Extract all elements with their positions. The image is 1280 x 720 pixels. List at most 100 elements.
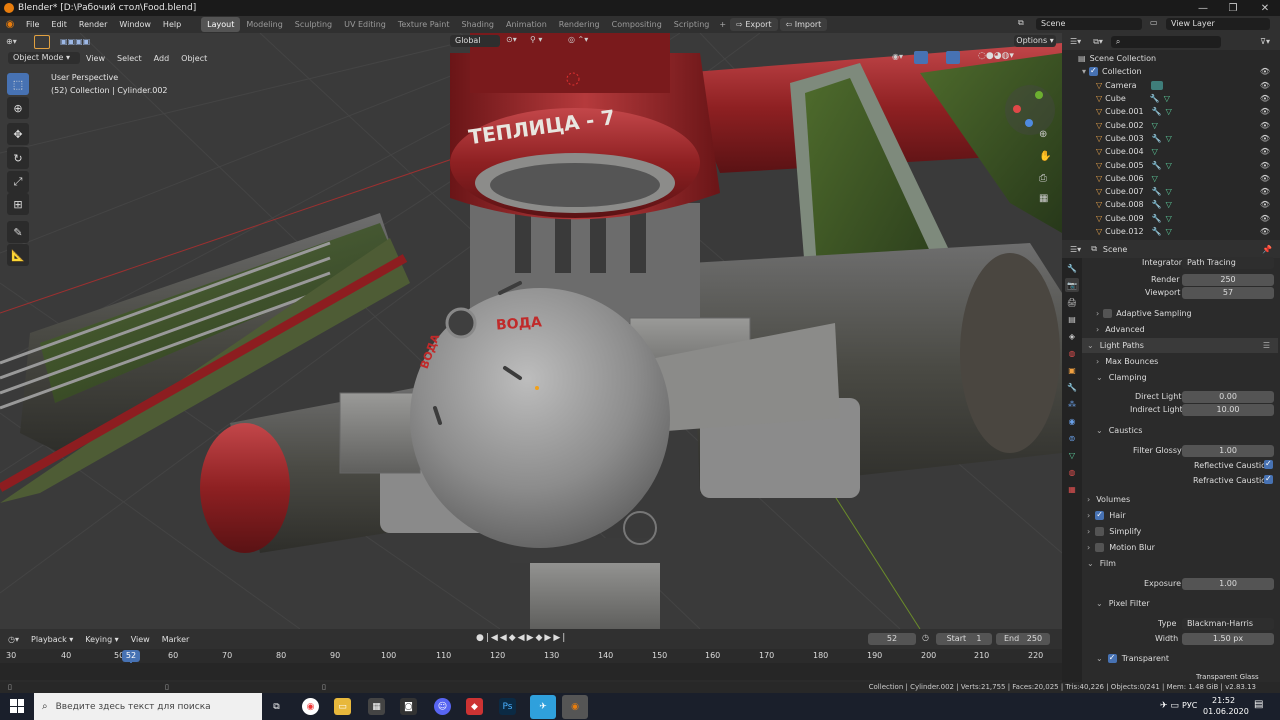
outliner-item-cube-004[interactable]: ▽ Cube.004 ▽ 👁 bbox=[1062, 145, 1280, 158]
selection-mode-icons[interactable]: ▣▣▣▣ bbox=[60, 37, 90, 46]
filter-icon[interactable]: ⊽▾ bbox=[1260, 37, 1270, 46]
indirect-light-field[interactable]: 10.00 bbox=[1182, 404, 1274, 416]
filter-glossy-field[interactable]: 1.00 bbox=[1182, 445, 1274, 457]
outliner-item-cube-008[interactable]: ▽ Cube.008 🔧 ▽ 👁 bbox=[1062, 198, 1280, 211]
render-samples-field[interactable]: 250 bbox=[1182, 274, 1274, 286]
object-tab-icon[interactable]: ▣ bbox=[1065, 363, 1079, 377]
visibility-eye-icon[interactable]: 👁 bbox=[1260, 94, 1270, 103]
scene-selector[interactable]: Scene bbox=[1036, 18, 1142, 30]
collection-checkbox[interactable] bbox=[1089, 66, 1099, 77]
tab-compositing[interactable]: Compositing bbox=[606, 17, 668, 32]
particles-tab-icon[interactable]: ⁂ bbox=[1065, 397, 1079, 411]
texture-tab-icon[interactable]: ▦ bbox=[1065, 482, 1079, 496]
caustics-panel[interactable]: ⌄ Caustics bbox=[1082, 423, 1280, 438]
visibility-eye-icon[interactable]: 👁 bbox=[1260, 121, 1270, 130]
outliner-editor-icon[interactable]: ☰▾ bbox=[1070, 37, 1081, 46]
modifier-tab-icon[interactable]: 🔧 bbox=[1065, 380, 1079, 394]
constraints-tab-icon[interactable]: ⊚ bbox=[1065, 431, 1079, 445]
properties-editor-icon[interactable]: ☰▾ bbox=[1070, 245, 1081, 254]
outliner-search-input[interactable]: ⌕ bbox=[1110, 35, 1221, 48]
adaptive-sampling-checkbox[interactable] bbox=[1103, 309, 1113, 318]
view-layer-tab-icon[interactable]: ▤ bbox=[1065, 312, 1079, 326]
simplify-panel[interactable]: › Simplify bbox=[1082, 524, 1280, 539]
camera-view-icon[interactable]: ⎙ bbox=[1039, 173, 1047, 184]
timeline-menu-playback[interactable]: Playback ▾ bbox=[25, 635, 79, 644]
tab-sculpting[interactable]: Sculpting bbox=[289, 17, 338, 32]
add-workspace-icon[interactable]: + bbox=[715, 20, 730, 29]
select-tool-icon[interactable]: ⬚ bbox=[7, 73, 29, 95]
menu-render[interactable]: Render bbox=[73, 20, 113, 29]
visibility-eye-icon[interactable]: 👁 bbox=[1260, 134, 1270, 143]
transform-tool-icon[interactable]: ⊞ bbox=[7, 193, 29, 215]
tab-layout[interactable]: Layout bbox=[201, 17, 241, 32]
current-frame-field[interactable]: 52 bbox=[868, 633, 916, 645]
cursor-tool-icon[interactable]: ⊕ bbox=[7, 97, 29, 119]
mode-dropdown[interactable]: Object Mode ▾ bbox=[8, 52, 80, 64]
gizmo-y-axis[interactable] bbox=[1035, 91, 1043, 99]
ortho-grid-icon[interactable]: ▦ bbox=[1039, 193, 1048, 204]
visibility-eye-icon[interactable]: 👁 bbox=[1260, 81, 1270, 90]
outliner-item-cube-007[interactable]: ▽ Cube.007 🔧 ▽ 👁 bbox=[1062, 185, 1280, 198]
outliner-item-cube-001[interactable]: ▽ Cube.001 🔧 ▽ 👁 bbox=[1062, 105, 1280, 118]
timeline-menu-view[interactable]: View bbox=[125, 635, 156, 644]
visibility-eye-icon[interactable]: 👁 bbox=[1260, 214, 1270, 223]
outliner-scene-collection[interactable]: ▤ Scene Collection bbox=[1062, 52, 1280, 65]
tab-uv-editing[interactable]: UV Editing bbox=[338, 17, 392, 32]
system-tray-icons[interactable]: ✈ ▭ bbox=[1160, 701, 1179, 711]
outliner-item-camera[interactable]: ▽ Camera 👁 bbox=[1062, 79, 1280, 92]
gizmo-z-axis[interactable] bbox=[1025, 119, 1033, 127]
max-bounces-panel[interactable]: › Max Bounces bbox=[1082, 354, 1280, 369]
material-tab-icon[interactable]: ◍ bbox=[1065, 465, 1079, 479]
outliner-collection[interactable]: ▾ Collection 👁 bbox=[1062, 65, 1280, 78]
outliner-item-cube-003[interactable]: ▽ Cube.003 🔧 ▽ 👁 bbox=[1062, 132, 1280, 145]
timeline-menu-keying[interactable]: Keying ▾ bbox=[79, 635, 124, 644]
direct-light-field[interactable]: 0.00 bbox=[1182, 391, 1274, 403]
visibility-eye-icon[interactable]: 👁 bbox=[1260, 67, 1270, 76]
list-icon[interactable]: ☰ bbox=[1263, 341, 1270, 350]
visibility-eye-icon[interactable]: 👁 bbox=[1260, 147, 1270, 156]
start-frame-field[interactable]: Start 1 bbox=[936, 633, 992, 645]
tab-scripting[interactable]: Scripting bbox=[668, 17, 716, 32]
outliner-item-cube-005[interactable]: ▽ Cube.005 🔧 ▽ 👁 bbox=[1062, 158, 1280, 171]
transparent-panel[interactable]: ⌄ Transparent bbox=[1082, 651, 1280, 666]
keyboard-language[interactable]: РУС bbox=[1182, 701, 1197, 710]
outliner-item-cube-006[interactable]: ▽ Cube.006 ▽ 👁 bbox=[1062, 172, 1280, 185]
taskbar-search-box[interactable]: ⌕ Введите здесь текст для поиска bbox=[34, 693, 262, 720]
gizmo-toggle-icon[interactable] bbox=[914, 51, 928, 64]
tab-shading[interactable]: Shading bbox=[455, 17, 500, 32]
visibility-eye-icon[interactable]: 👁 bbox=[1260, 200, 1270, 209]
reflective-caustics-checkbox[interactable] bbox=[1264, 459, 1273, 469]
options-dropdown[interactable]: Options ▾ bbox=[1014, 35, 1056, 47]
visibility-eye-icon[interactable]: 👁 bbox=[1260, 187, 1270, 196]
world-tab-icon[interactable]: ◍ bbox=[1065, 346, 1079, 360]
select-box-icon[interactable] bbox=[34, 34, 50, 49]
data-tab-icon[interactable]: ▽ bbox=[1065, 448, 1079, 462]
3d-viewport[interactable]: ТЕПЛИЦА - 7 ВОДА ВОДА User Perspective (… bbox=[0, 33, 1062, 629]
film-panel[interactable]: ⌄ Film bbox=[1082, 556, 1280, 571]
keyframe-area[interactable] bbox=[0, 663, 1062, 680]
outliner-item-cube-002[interactable]: ▽ Cube.002 ▽ 👁 bbox=[1062, 118, 1280, 131]
telegram-icon[interactable]: ✈ bbox=[530, 695, 556, 719]
timeline-editor-icon[interactable]: ◷▾ bbox=[8, 635, 19, 644]
navigation-gizmo[interactable] bbox=[1005, 85, 1055, 135]
zoom-icon[interactable]: ⊕ bbox=[1039, 129, 1047, 140]
display-mode-icon[interactable]: ⧉▾ bbox=[1093, 37, 1103, 47]
tab-modeling[interactable]: Modeling bbox=[240, 17, 288, 32]
playback-controls[interactable]: ●|◀◀◆◀▶◆▶▶| bbox=[476, 633, 567, 643]
blender-menu-icon[interactable]: ◉ bbox=[0, 19, 20, 30]
blender-taskbar-icon[interactable]: ◉ bbox=[562, 695, 588, 719]
measure-tool-icon[interactable]: 📐 bbox=[7, 244, 29, 266]
hair-checkbox[interactable] bbox=[1095, 510, 1105, 520]
light-paths-panel[interactable]: ⌄ Light Paths ☰ bbox=[1082, 338, 1278, 353]
end-frame-field[interactable]: End 250 bbox=[996, 633, 1050, 645]
photoshop-icon[interactable]: Ps bbox=[499, 698, 516, 715]
tab-rendering[interactable]: Rendering bbox=[553, 17, 606, 32]
menu-file[interactable]: File bbox=[20, 20, 45, 29]
filter-type-dropdown[interactable]: Blackman-Harris bbox=[1182, 618, 1274, 630]
visibility-eye-icon[interactable]: 👁 bbox=[1260, 161, 1270, 170]
shading-mode-icons[interactable]: ◌●◕◍▾ bbox=[978, 51, 1014, 61]
tab-animation[interactable]: Animation bbox=[500, 17, 553, 32]
file-explorer-icon[interactable]: ▭ bbox=[334, 698, 351, 715]
clamping-panel[interactable]: ⌄ Clamping bbox=[1082, 370, 1280, 385]
menu-window[interactable]: Window bbox=[113, 20, 157, 29]
